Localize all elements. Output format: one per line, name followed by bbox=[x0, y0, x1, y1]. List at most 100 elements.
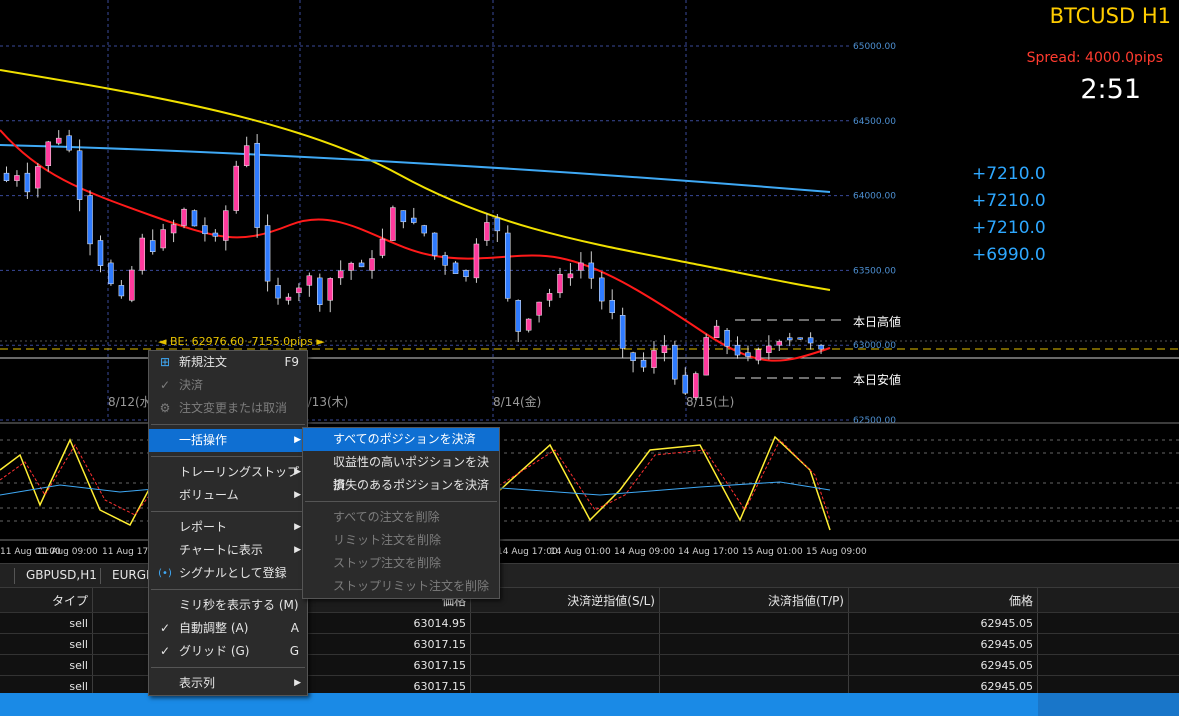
position-profit: +7210.0 bbox=[972, 191, 1046, 211]
candle-body bbox=[651, 350, 657, 368]
menu-item-label: ストップ注文を削除 bbox=[333, 556, 442, 570]
check-icon: ✓ bbox=[159, 378, 171, 392]
menu-item-volume[interactable]: ボリューム ▶ bbox=[149, 484, 307, 507]
sl-cell bbox=[471, 634, 660, 654]
column-header-tp[interactable]: 決済指値(T/P) bbox=[660, 588, 849, 612]
candle-body bbox=[223, 210, 229, 241]
column-header-current-price[interactable]: 価格 bbox=[849, 588, 1038, 612]
shortcut-label: G bbox=[289, 644, 299, 658]
candle-body bbox=[578, 262, 584, 271]
menu-item-delete-all-orders[interactable]: すべての注文を削除 bbox=[303, 506, 499, 529]
candle-body bbox=[254, 142, 260, 228]
candle-body bbox=[3, 172, 10, 181]
candle-body bbox=[411, 217, 417, 223]
sl-cell bbox=[471, 655, 660, 675]
menu-item-report[interactable]: レポート ▶ bbox=[149, 516, 307, 539]
position-profit: +7210.0 bbox=[972, 164, 1046, 184]
candle-body bbox=[337, 270, 344, 279]
menu-separator bbox=[151, 589, 305, 590]
ma-blue-line bbox=[0, 144, 831, 193]
price-axis-label: 63500.00 bbox=[853, 266, 896, 276]
candle-body bbox=[24, 172, 31, 193]
time-axis-label: 14 Aug 09:00 bbox=[614, 547, 675, 557]
menu-separator bbox=[305, 501, 497, 502]
candle-body bbox=[400, 210, 407, 223]
candle-body bbox=[45, 141, 52, 166]
candle-body bbox=[734, 344, 741, 356]
menu-item-label: ミリ秒を表示する (M) bbox=[179, 598, 299, 612]
candle-body bbox=[348, 262, 354, 271]
menu-item-label: トレーリングストップ bbox=[179, 465, 300, 479]
menu-item-show-on-chart[interactable]: チャートに表示 ▶ bbox=[149, 539, 307, 562]
submenu-arrow-icon: ▶ bbox=[294, 490, 301, 500]
candle-body bbox=[505, 232, 511, 299]
menu-item-register-signal[interactable]: (•) シグナルとして登録 bbox=[149, 562, 307, 585]
candle-body bbox=[160, 229, 166, 249]
menu-item-modify[interactable]: ⚙ 注文変更または取消 bbox=[149, 397, 307, 420]
candle-body bbox=[567, 273, 574, 279]
candle-body bbox=[525, 318, 532, 331]
column-header-type[interactable]: タイプ bbox=[0, 588, 93, 612]
candle-body bbox=[724, 329, 730, 347]
menu-item-delete-stop-limit[interactable]: ストップリミット注文を削除 bbox=[303, 575, 499, 598]
menu-item-delete-limit[interactable]: リミット注文を削除 bbox=[303, 529, 499, 552]
signal-icon: (•) bbox=[158, 568, 172, 579]
menu-item-close-losing[interactable]: 損失のあるポジションを決済 bbox=[303, 474, 499, 497]
candle-body bbox=[264, 225, 271, 282]
type-cell: sell bbox=[0, 655, 93, 675]
time-axis-label: 14 Aug 17:00 bbox=[678, 547, 739, 557]
candle-body bbox=[317, 277, 323, 305]
candle-body bbox=[275, 285, 281, 299]
candle-body bbox=[682, 374, 689, 394]
candle-body bbox=[766, 345, 772, 353]
tab-gbpusd-h1[interactable]: GBPUSD,H1 bbox=[26, 568, 97, 582]
menu-item-bulk-operations[interactable]: 一括操作 ▶ bbox=[149, 429, 307, 452]
menu-item-new-order[interactable]: ⊞ 新規注文 F9 bbox=[149, 351, 307, 374]
price-axis-label: 64000.00 bbox=[853, 192, 896, 202]
check-icon: ✓ bbox=[159, 621, 171, 635]
menu-item-close-all-positions[interactable]: すべてのポジションを決済 bbox=[303, 428, 499, 451]
candle-body bbox=[118, 285, 125, 297]
new-order-icon: ⊞ bbox=[159, 355, 171, 369]
menu-item-label: 一括操作 bbox=[179, 433, 228, 447]
chart-title: BTCUSD H1 bbox=[1049, 4, 1171, 28]
candle-body bbox=[672, 344, 678, 380]
menu-item-label: すべてのポジションを決済 bbox=[333, 432, 476, 446]
submenu-arrow-icon: ▶ bbox=[294, 678, 301, 688]
menu-item-close-profitable[interactable]: 収益性の高いポジションを決済 bbox=[303, 451, 499, 492]
candle-body bbox=[129, 269, 135, 301]
time-axis-label: 15 Aug 01:00 bbox=[742, 547, 803, 557]
menu-item-columns[interactable]: 表示列 ▶ bbox=[149, 672, 307, 695]
candle-body bbox=[149, 240, 156, 252]
menu-item-label: すべての注文を削除 bbox=[333, 510, 440, 524]
candle-body bbox=[97, 240, 104, 266]
candle-body bbox=[442, 255, 448, 266]
price-axis-label: 63000.00 bbox=[853, 341, 896, 351]
submenu-arrow-icon: ▶ bbox=[294, 522, 301, 532]
candle-body bbox=[170, 224, 177, 234]
candle-body bbox=[243, 145, 250, 166]
menu-item-grid[interactable]: ✓ グリッド (G) G bbox=[149, 640, 307, 663]
menu-separator bbox=[151, 456, 305, 457]
menu-item-label: 自動調整 (A) bbox=[179, 621, 249, 635]
submenu-arrow-icon: ▶ bbox=[294, 545, 301, 555]
day-low-label: 本日安値 bbox=[853, 373, 902, 387]
candle-body bbox=[546, 293, 553, 301]
candle-body bbox=[713, 325, 720, 338]
menu-item-delete-stop[interactable]: ストップ注文を削除 bbox=[303, 552, 499, 575]
candle-body bbox=[379, 238, 386, 256]
menu-item-close[interactable]: ✓ 決済 bbox=[149, 374, 307, 397]
menu-item-show-ms[interactable]: ミリ秒を表示する (M) bbox=[149, 594, 307, 617]
candle-body bbox=[369, 258, 375, 271]
candle-body bbox=[87, 195, 93, 245]
day-high-label: 本日高値 bbox=[853, 315, 902, 329]
menu-item-label: ストップリミット注文を削除 bbox=[333, 579, 490, 593]
menu-item-label: リミット注文を削除 bbox=[333, 533, 442, 547]
shortcut-label: F9 bbox=[284, 355, 299, 369]
price-axis-label: 62500.00 bbox=[853, 416, 896, 426]
tab-separator bbox=[100, 568, 101, 584]
menu-item-auto-arrange[interactable]: ✓ 自動調整 (A) A bbox=[149, 617, 307, 640]
candle-body bbox=[296, 287, 302, 294]
menu-item-trailing-stop[interactable]: トレーリングストップ ▶ bbox=[149, 461, 307, 484]
candle-body bbox=[484, 222, 490, 241]
